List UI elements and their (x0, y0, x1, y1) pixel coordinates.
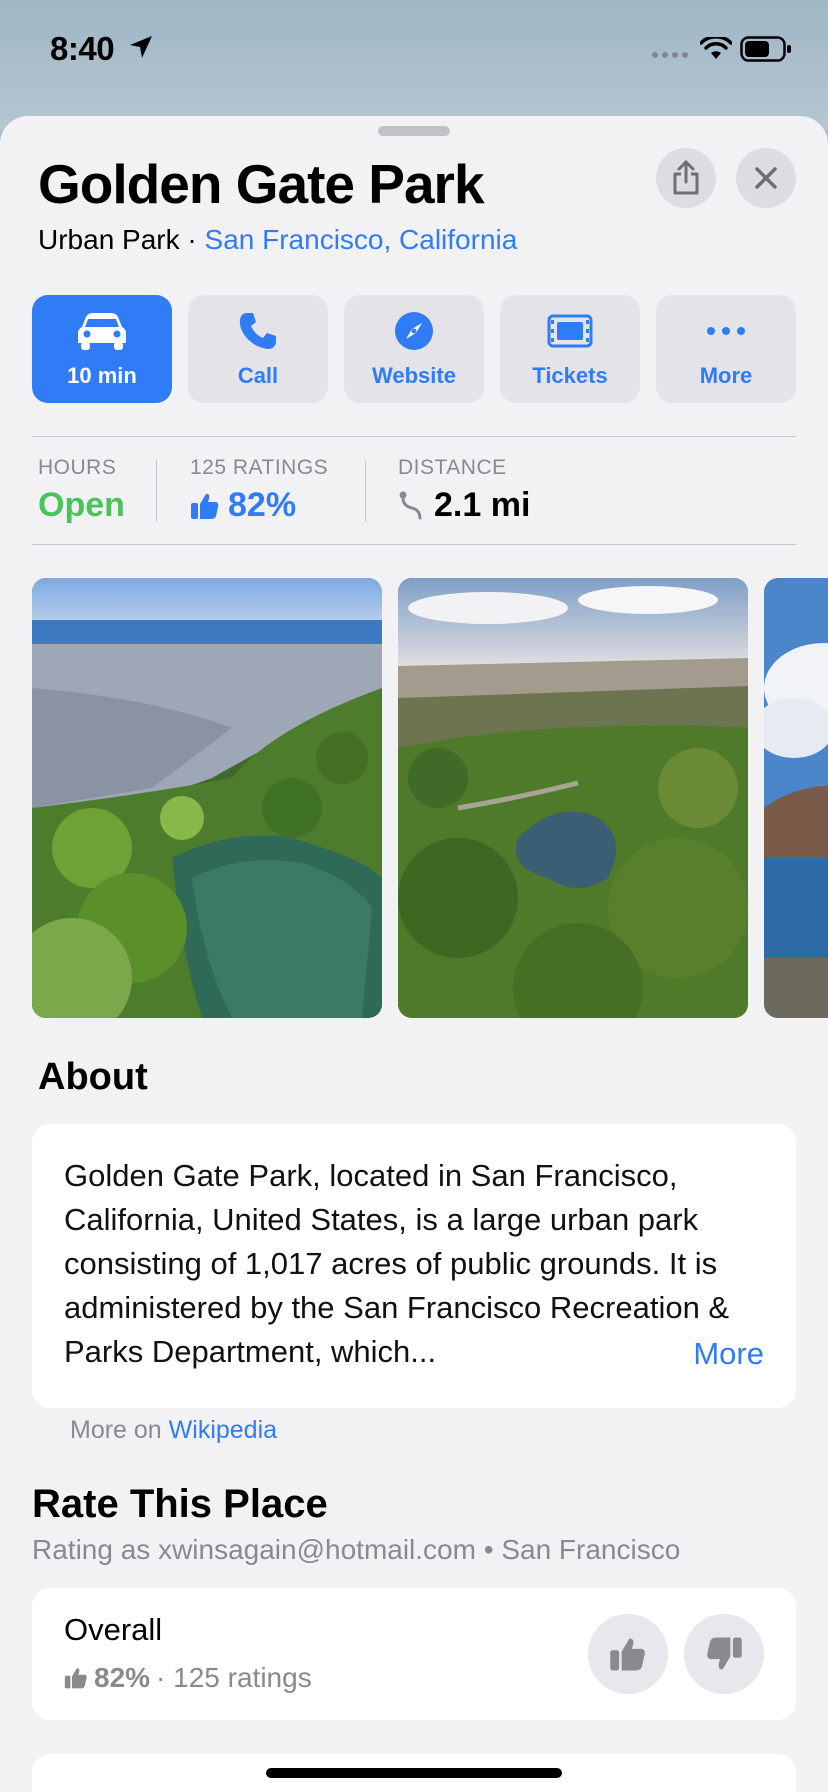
directions-button[interactable]: 10 min (32, 295, 172, 403)
close-icon (755, 167, 777, 189)
website-label: Website (372, 363, 456, 388)
home-indicator[interactable] (266, 1768, 562, 1778)
thumbs-down-button[interactable] (684, 1614, 764, 1694)
thumbs-up-button[interactable] (588, 1614, 668, 1694)
action-buttons: 10 min Call Website Tickets More (32, 295, 796, 403)
wifi-icon (700, 37, 732, 59)
wikipedia-source: More on Wikipedia (70, 1416, 277, 1445)
thumbs-up-icon (64, 1668, 87, 1689)
about-text: Golden Gate Park, located in San Francis… (64, 1158, 730, 1369)
status-time: 8:40 (50, 30, 115, 67)
thumbs-down-icon (707, 1637, 742, 1670)
tickets-button[interactable]: Tickets (500, 295, 640, 403)
place-subtitle: Urban Park · San Francisco, California (38, 224, 517, 256)
about-heading: About (38, 1056, 148, 1098)
thumbs-up-icon (191, 493, 219, 519)
place-title: Golden Gate Park (38, 153, 485, 215)
close-button[interactable] (736, 148, 796, 208)
photo-3[interactable] (764, 578, 828, 1018)
overall-rating-card: Overall 82% · 125 ratings (32, 1588, 796, 1720)
subtitle-separator: · (187, 224, 197, 255)
ratings-value: 82% (228, 486, 297, 524)
stat-separator (156, 460, 157, 522)
about-card: Golden Gate Park, located in San Francis… (32, 1124, 796, 1408)
place-category: Urban Park (38, 224, 180, 255)
ticket-icon (547, 314, 593, 348)
status-bar: 8:40 (0, 0, 828, 100)
thumbs-up-icon (610, 1638, 645, 1671)
place-location-link[interactable]: San Francisco, California (205, 224, 518, 255)
overall-stats: 82% · 125 ratings (64, 1662, 312, 1694)
call-button[interactable]: Call (188, 295, 328, 403)
photo-1[interactable] (32, 578, 382, 1018)
route-icon (399, 491, 422, 519)
share-button[interactable] (656, 148, 716, 208)
source-prefix: More on (70, 1416, 162, 1444)
cellular-signal-icon (652, 52, 688, 58)
share-icon (673, 160, 699, 195)
ratings-caption: 125 RATINGS (190, 456, 329, 479)
directions-label: 10 min (67, 363, 137, 388)
overall-count: · 125 ratings (156, 1662, 312, 1693)
about-more-link[interactable]: More (685, 1336, 764, 1372)
distance-caption: DISTANCE (398, 456, 507, 479)
more-actions-button[interactable]: More (656, 295, 796, 403)
location-arrow-icon (130, 36, 152, 58)
rate-heading: Rate This Place (32, 1482, 328, 1526)
car-icon (78, 313, 126, 350)
divider (32, 544, 796, 545)
distance-stat[interactable]: DISTANCE 2.1 mi (398, 456, 530, 525)
compass-icon (395, 312, 433, 350)
distance-value: 2.1 mi (434, 486, 531, 524)
overall-percent: 82% (94, 1662, 151, 1693)
photo-2[interactable] (398, 578, 748, 1018)
more-actions-label: More (699, 363, 753, 388)
phone-icon (239, 313, 276, 349)
wikipedia-link[interactable]: Wikipedia (169, 1416, 277, 1444)
ratings-stat[interactable]: 125 RATINGS 82% (190, 456, 328, 525)
rate-subtitle: Rating as xwinsagain@hotmail.com • San F… (32, 1534, 681, 1565)
sheet-grabber[interactable] (378, 126, 450, 136)
place-card-sheet: Golden Gate Park Urban Park · San Franci… (0, 116, 828, 1792)
hours-caption: HOURS (38, 456, 117, 479)
overall-label: Overall (64, 1612, 163, 1647)
stat-separator (365, 460, 366, 522)
website-button[interactable]: Website (344, 295, 484, 403)
ellipsis-icon (707, 327, 745, 335)
hours-stat[interactable]: HOURS Open (38, 456, 125, 525)
divider (32, 436, 796, 437)
hours-value: Open (38, 486, 125, 524)
tickets-label: Tickets (532, 363, 608, 388)
battery-icon (740, 36, 791, 62)
info-stats: HOURS Open 125 RATINGS 82% DISTANCE 2.1 … (38, 456, 798, 536)
photo-carousel[interactable] (32, 578, 828, 1018)
call-label: Call (237, 363, 279, 388)
